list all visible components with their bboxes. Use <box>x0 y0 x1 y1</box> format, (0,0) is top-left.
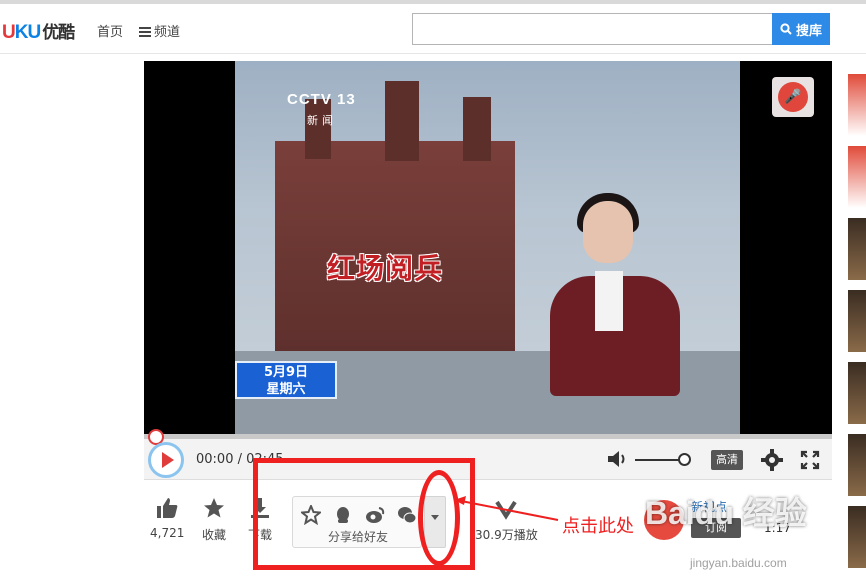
date-line1: 5月9日 <box>263 365 309 380</box>
date-line2: 星期六 <box>266 382 306 397</box>
nav-home-link[interactable]: 首页 <box>97 21 123 40</box>
baidu-watermark: Baidu 经验 <box>645 495 807 531</box>
browser-tab-strip <box>0 0 866 4</box>
volume-icon[interactable] <box>607 450 629 468</box>
fullscreen-icon[interactable] <box>800 450 820 470</box>
video-player[interactable]: CCTV 13 新闻 红场阅兵 5月9日 星期六 🎤 <box>144 61 832 434</box>
logo-u: U <box>2 22 16 43</box>
search-icon <box>780 23 792 35</box>
annotation-text: 点击此处 <box>562 516 634 537</box>
top-bar: UKU 优酷 首页 频道 搜库 <box>0 0 866 54</box>
related-thumb[interactable] <box>848 362 866 424</box>
related-thumb[interactable] <box>848 506 866 568</box>
tower-right <box>463 97 491 161</box>
video-frame[interactable]: CCTV 13 新闻 红场阅兵 5月9日 星期六 <box>235 61 740 434</box>
building-image <box>275 141 515 351</box>
quality-button[interactable]: 高清 <box>711 450 743 470</box>
progress-bar[interactable] <box>144 434 832 439</box>
annotation-arrow <box>454 496 559 521</box>
cctv-sub: 新闻 <box>307 114 337 127</box>
play-count-label: 30.9万播放 <box>475 528 538 542</box>
tower-left <box>305 99 331 159</box>
news-headline: 红场阅兵 <box>327 252 444 285</box>
search-button[interactable]: 搜库 <box>772 13 830 45</box>
broadcast-icon: 🎤 <box>778 82 808 112</box>
related-videos-strip <box>848 74 866 584</box>
volume-knob[interactable] <box>678 453 691 466</box>
play-icon <box>161 452 174 468</box>
volume-slider[interactable] <box>635 459 683 461</box>
cctv-logo: CCTV 13 <box>287 91 356 108</box>
youku-logo[interactable]: UKU 优酷 <box>2 18 75 44</box>
like-count: 4,721 <box>150 526 185 540</box>
search-button-label: 搜库 <box>795 22 822 38</box>
date-badge: 5月9日 星期六 <box>235 361 337 399</box>
watermark-url: jingyan.baidu.com <box>690 556 787 570</box>
favorite-button[interactable]: 收藏 <box>202 496 226 543</box>
logo-ku: KU <box>14 22 41 43</box>
related-thumb[interactable] <box>848 74 866 136</box>
related-thumb[interactable] <box>848 146 866 208</box>
logo-cn: 优酷 <box>42 23 75 42</box>
menu-icon <box>139 27 151 37</box>
star-icon <box>204 498 224 518</box>
search-input[interactable] <box>412 13 774 45</box>
anchor-collar <box>595 271 623 331</box>
broadcast-badge: 🎤 <box>772 77 814 117</box>
thumb-up-icon <box>157 498 178 518</box>
favorite-label: 收藏 <box>202 528 227 542</box>
related-thumb[interactable] <box>848 290 866 352</box>
like-button[interactable]: 4,721 <box>150 496 184 540</box>
gear-icon[interactable] <box>761 449 783 471</box>
tower-center <box>385 81 419 161</box>
related-thumb[interactable] <box>848 218 866 280</box>
nav-channel-link[interactable]: 频道 <box>139 21 180 40</box>
play-button[interactable] <box>148 442 184 478</box>
player-controls: 00:00 / 02:45 高清 <box>144 429 832 480</box>
related-thumb[interactable] <box>848 434 866 496</box>
anchor-face <box>583 201 633 263</box>
nav-channel-label: 频道 <box>154 25 181 40</box>
